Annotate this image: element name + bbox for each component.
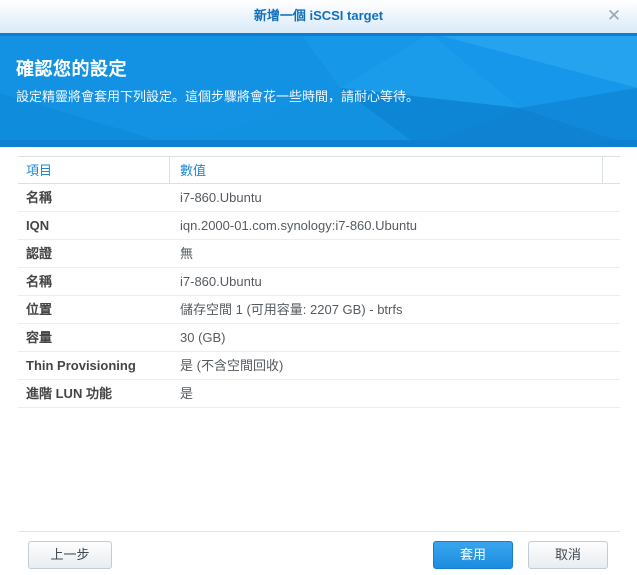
row-item-value: i7-860.Ubuntu bbox=[180, 274, 262, 289]
row-item-label: 容量 bbox=[26, 330, 53, 345]
wizard-banner: 確認您的設定 設定精靈將會套用下列設定。這個步驟將會花一些時間，請耐心等待。 bbox=[0, 33, 637, 147]
settings-table-header: 項目 數值 bbox=[18, 156, 620, 184]
table-row: 名稱 i7-860.Ubuntu bbox=[18, 184, 620, 212]
row-item-label: 名稱 bbox=[26, 190, 53, 205]
table-row: IQN iqn.2000-01.com.synology:i7-860.Ubun… bbox=[18, 212, 620, 240]
column-header-item: 項目 bbox=[18, 157, 170, 184]
cancel-button[interactable]: 取消 bbox=[528, 541, 608, 569]
dialog-title: 新增一個 iSCSI target bbox=[253, 8, 384, 23]
row-item-label: 認證 bbox=[26, 246, 53, 261]
column-header-value: 數值 bbox=[171, 157, 603, 184]
apply-button[interactable]: 套用 bbox=[433, 541, 513, 569]
row-item-value: 30 (GB) bbox=[180, 330, 226, 345]
table-row: 認證 無 bbox=[18, 240, 620, 268]
row-item-label: 進階 LUN 功能 bbox=[26, 386, 112, 401]
banner-heading: 確認您的設定 bbox=[16, 59, 127, 79]
footer-divider bbox=[18, 531, 620, 532]
table-row: 名稱 i7-860.Ubuntu bbox=[18, 268, 620, 296]
table-row: Thin Provisioning 是 (不含空間回收) bbox=[18, 352, 620, 380]
table-row: 容量 30 (GB) bbox=[18, 324, 620, 352]
row-item-label: Thin Provisioning bbox=[26, 358, 136, 373]
close-icon[interactable]: ✕ bbox=[603, 4, 625, 28]
row-item-label: 名稱 bbox=[26, 274, 53, 289]
row-item-value: 無 bbox=[180, 246, 194, 261]
row-item-value: 儲存空間 1 (可用容量: 2207 GB) - btrfs bbox=[180, 302, 403, 317]
row-item-value: 是 (不含空間回收) bbox=[180, 358, 284, 373]
dialog-titlebar: 新增一個 iSCSI target ✕ bbox=[0, 0, 637, 33]
row-item-value: iqn.2000-01.com.synology:i7-860.Ubuntu bbox=[180, 218, 418, 233]
row-item-label: IQN bbox=[26, 218, 50, 233]
banner-subheading: 設定精靈將會套用下列設定。這個步驟將會花一些時間，請耐心等待。 bbox=[16, 89, 420, 104]
settings-table-body: 名稱 i7-860.Ubuntu IQN iqn.2000-01.com.syn… bbox=[18, 184, 620, 408]
back-button[interactable]: 上一步 bbox=[28, 541, 112, 569]
settings-table: 項目 數值 名稱 i7-860.Ubuntu IQN iqn.2000-01.c… bbox=[18, 156, 620, 408]
table-row: 位置 儲存空間 1 (可用容量: 2207 GB) - btrfs bbox=[18, 296, 620, 324]
row-item-value: 是 bbox=[180, 386, 194, 401]
row-item-value: i7-860.Ubuntu bbox=[180, 190, 262, 205]
iscsi-target-wizard-dialog: 新增一個 iSCSI target ✕ 確認您的設定 設定精靈將會套用下列設定。… bbox=[0, 0, 637, 575]
row-item-label: 位置 bbox=[26, 302, 53, 317]
table-row: 進階 LUN 功能 是 bbox=[18, 380, 620, 408]
